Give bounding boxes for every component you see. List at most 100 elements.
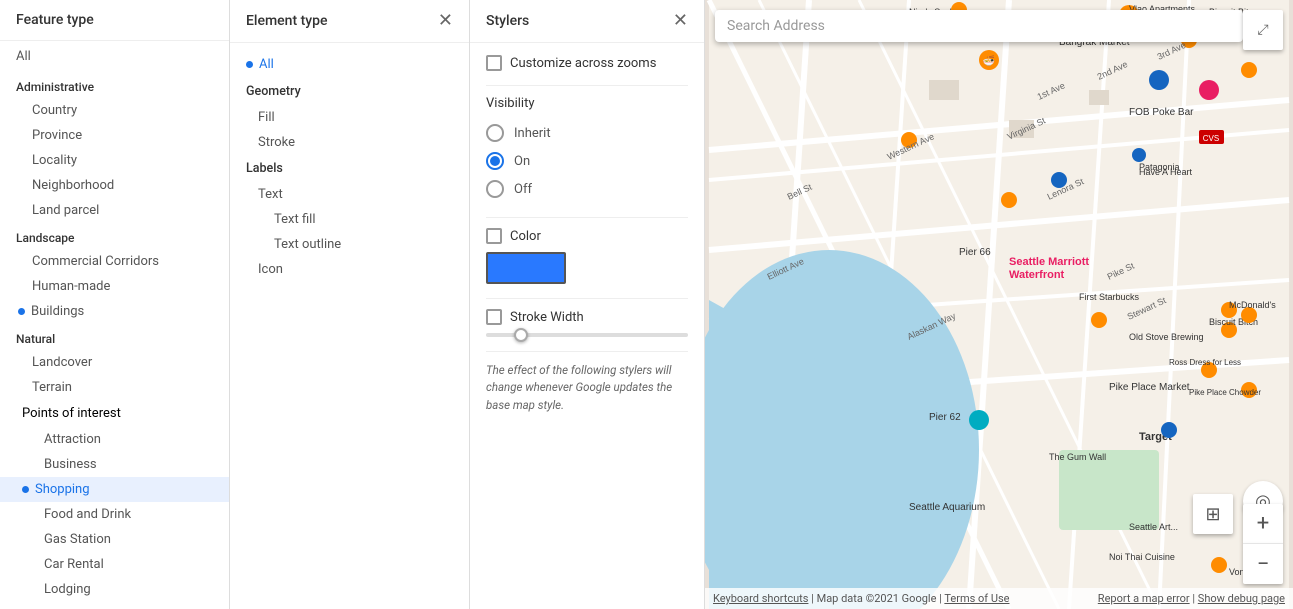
element-type-header: Element type ✕ [230, 0, 469, 43]
feature-type-title: Feature type [0, 0, 229, 41]
svg-text:McDonald's: McDonald's [1229, 300, 1276, 310]
feature-item-attraction[interactable]: Attraction [0, 427, 229, 452]
stylers-content: Customize across zooms Visibility Inheri… [470, 43, 704, 609]
element-item-fill[interactable]: Fill [230, 105, 469, 130]
stroke-width-checkbox[interactable] [486, 309, 502, 325]
feature-item-food-and-drink[interactable]: Food and Drink [0, 502, 229, 527]
report-error[interactable]: Report a map error [1098, 592, 1190, 605]
element-all-dot-icon [246, 61, 253, 68]
footer-left: Keyboard shortcuts | Map data ©2021 Goog… [713, 592, 1009, 605]
visibility-on-radio[interactable] [486, 152, 504, 170]
stroke-width-label: Stroke Width [510, 310, 584, 325]
divider-3 [486, 298, 688, 299]
feature-type-panel: Feature type All Administrative Country … [0, 0, 230, 609]
svg-text:CVS: CVS [1203, 134, 1219, 143]
stroke-width-header: Stroke Width [486, 309, 688, 325]
svg-text:Seattle Aquarium: Seattle Aquarium [909, 502, 985, 513]
zoom-in-button[interactable]: + [1243, 504, 1283, 544]
svg-text:🍜: 🍜 [983, 55, 995, 67]
search-bar: Search Address [715, 10, 1243, 42]
street-view-button[interactable]: ⊞ [1193, 494, 1233, 534]
divider-2 [486, 217, 688, 218]
visibility-off-radio[interactable] [486, 180, 504, 198]
feature-item-lodging[interactable]: Lodging [0, 577, 229, 602]
visibility-label: Visibility [486, 96, 688, 111]
visibility-off-option[interactable]: Off [486, 175, 688, 203]
feature-section-natural: Natural [0, 324, 229, 350]
visibility-on-label: On [514, 154, 530, 169]
color-row: Color [486, 228, 688, 284]
feature-item-buildings[interactable]: Buildings [0, 299, 229, 324]
search-placeholder: Search Address [727, 18, 825, 34]
element-type-title: Element type [246, 13, 328, 29]
color-label: Color [510, 229, 541, 244]
feature-item-neighborhood[interactable]: Neighborhood [0, 173, 229, 198]
feature-item-gas-station[interactable]: Gas Station [0, 527, 229, 552]
element-type-panel: Element type ✕ All Geometry Fill Stroke … [230, 0, 470, 609]
feature-section-landscape: Landscape [0, 223, 229, 249]
active-dot-shopping-icon [22, 486, 29, 493]
feature-item-points-of-interest[interactable]: Points of interest [0, 400, 229, 427]
visibility-inherit-radio[interactable] [486, 124, 504, 142]
debug-page[interactable]: Show debug page [1198, 592, 1285, 605]
feature-item-terrain[interactable]: Terrain [0, 375, 229, 400]
color-header: Color [486, 228, 688, 244]
customize-zooms-label: Customize across zooms [510, 56, 656, 71]
element-item-text[interactable]: Text [230, 182, 469, 207]
svg-text:Old Stove Brewing: Old Stove Brewing [1129, 332, 1204, 342]
stylers-note: The effect of the following stylers will… [486, 351, 688, 414]
element-item-text-fill[interactable]: Text fill [230, 207, 469, 232]
customize-zooms-header: Customize across zooms [486, 55, 688, 71]
map-area: 🍜 Bangrak Market FOB Poke Bar Patagonia … [705, 0, 1293, 609]
visibility-inherit-option[interactable]: Inherit [486, 119, 688, 147]
feature-item-all[interactable]: All [0, 41, 229, 72]
svg-text:Pier 66: Pier 66 [959, 247, 991, 258]
map-footer: Keyboard shortcuts | Map data ©2021 Goog… [705, 588, 1293, 609]
element-list: All Geometry Fill Stroke Labels Text Tex… [230, 43, 469, 609]
feature-section-administrative: Administrative [0, 72, 229, 98]
feature-item-province[interactable]: Province [0, 123, 229, 148]
visibility-on-option[interactable]: On [486, 147, 688, 175]
svg-text:The Gum Wall: The Gum Wall [1049, 452, 1106, 462]
element-item-stroke[interactable]: Stroke [230, 130, 469, 155]
element-type-close-button[interactable]: ✕ [438, 12, 453, 30]
feature-item-land-parcel[interactable]: Land parcel [0, 198, 229, 223]
svg-text:FOB Poke Bar: FOB Poke Bar [1129, 107, 1194, 118]
element-item-all[interactable]: All [230, 51, 469, 78]
visibility-inherit-label: Inherit [514, 126, 551, 141]
svg-text:Pike Place Market: Pike Place Market [1109, 382, 1190, 393]
stroke-width-slider-thumb[interactable] [514, 328, 528, 342]
element-item-icon[interactable]: Icon [230, 257, 469, 282]
stylers-panel: Stylers ✕ Customize across zooms Visibil… [470, 0, 705, 609]
feature-item-commercial-corridors[interactable]: Commercial Corridors [0, 249, 229, 274]
color-swatch[interactable] [486, 252, 566, 284]
customize-across-zooms-checkbox[interactable] [486, 55, 502, 71]
divider-1 [486, 85, 688, 86]
fullscreen-button[interactable]: ⤢ [1243, 10, 1283, 50]
copyright: Map data ©2021 Google [817, 592, 937, 605]
feature-item-country[interactable]: Country [0, 98, 229, 123]
zoom-out-button[interactable]: − [1243, 544, 1283, 584]
active-dot-icon [18, 308, 25, 315]
feature-item-human-made[interactable]: Human-made [0, 274, 229, 299]
stylers-title: Stylers [486, 13, 529, 29]
feature-item-shopping[interactable]: Shopping [0, 477, 229, 502]
svg-text:Pier 62: Pier 62 [929, 412, 961, 423]
terms-of-use[interactable]: Terms of Use [944, 592, 1009, 605]
feature-item-landcover[interactable]: Landcover [0, 350, 229, 375]
element-item-text-outline[interactable]: Text outline [230, 232, 469, 257]
stylers-close-button[interactable]: ✕ [673, 12, 688, 30]
svg-text:Seattle Art...: Seattle Art... [1129, 522, 1178, 532]
feature-item-business[interactable]: Business [0, 452, 229, 477]
svg-text:Have A Heart: Have A Heart [1139, 167, 1193, 177]
keyboard-shortcuts[interactable]: Keyboard shortcuts [713, 592, 808, 605]
feature-item-car-rental[interactable]: Car Rental [0, 552, 229, 577]
feature-item-locality[interactable]: Locality [0, 148, 229, 173]
element-section-labels: Labels [230, 155, 469, 182]
svg-text:Waterfront: Waterfront [1009, 269, 1065, 281]
svg-text:Ross Dress for Less: Ross Dress for Less [1169, 358, 1241, 367]
stylers-header: Stylers ✕ [470, 0, 704, 43]
color-checkbox[interactable] [486, 228, 502, 244]
svg-text:Seattle Marriott: Seattle Marriott [1009, 256, 1089, 268]
svg-text:Noi Thai Cuisine: Noi Thai Cuisine [1109, 552, 1175, 562]
